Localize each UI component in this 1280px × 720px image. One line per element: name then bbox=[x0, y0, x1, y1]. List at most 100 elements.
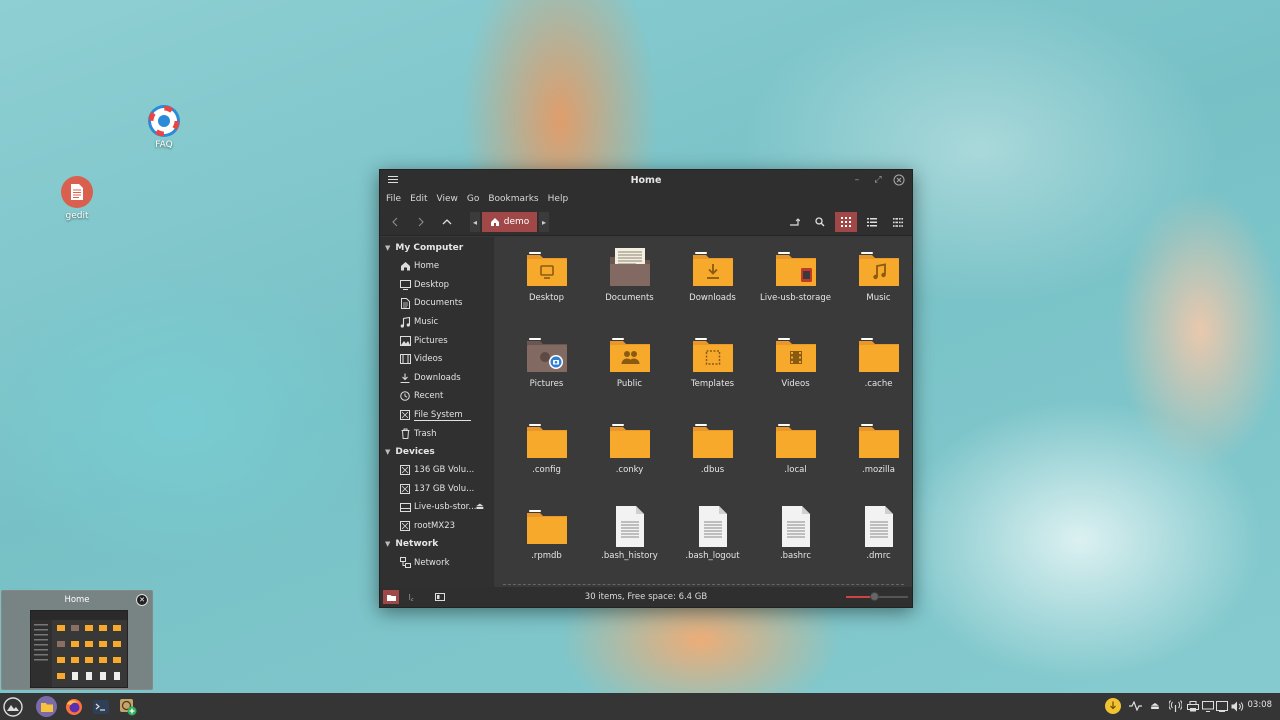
file-item[interactable]: Music bbox=[837, 247, 920, 333]
sidebar-item-downloads[interactable]: Downloads bbox=[380, 369, 494, 388]
file-item[interactable]: Pictures bbox=[505, 333, 588, 419]
add-panel-icon[interactable] bbox=[117, 696, 138, 717]
clipboard-icon[interactable] bbox=[1215, 699, 1229, 713]
file-item[interactable]: .cache bbox=[837, 333, 920, 419]
minimize-icon[interactable]: – bbox=[850, 173, 864, 187]
desktop-icon-gedit[interactable]: gedit bbox=[47, 176, 107, 221]
forward-button[interactable] bbox=[410, 212, 432, 232]
breadcrumb-home[interactable]: demo bbox=[482, 212, 537, 232]
display-icon[interactable] bbox=[1201, 699, 1215, 713]
sidebar-section-devices[interactable]: ▼ Devices bbox=[380, 443, 494, 461]
system-monitor-icon[interactable] bbox=[1128, 699, 1142, 713]
zoom-slider-handle[interactable] bbox=[869, 592, 879, 601]
sidebar-item-music[interactable]: Music bbox=[380, 313, 494, 332]
terminal-icon[interactable] bbox=[90, 696, 111, 717]
menu-help[interactable]: Help bbox=[548, 194, 569, 204]
desktop-icon-faq[interactable]: FAQ bbox=[134, 105, 194, 150]
file-item[interactable]: Videos bbox=[754, 333, 837, 419]
icon-view-button[interactable] bbox=[835, 212, 857, 232]
file-item[interactable]: Documents bbox=[588, 247, 671, 333]
sidebar-item-recent[interactable]: Recent bbox=[380, 387, 494, 406]
search-button[interactable] bbox=[809, 212, 831, 232]
menu-bookmarks[interactable]: Bookmarks bbox=[488, 194, 538, 204]
file-item[interactable]: Public bbox=[588, 333, 671, 419]
file-view[interactable]: Desktop Documents Downloads Live-usb-storag… bbox=[495, 237, 912, 588]
sidebar-item-volume-137[interactable]: 137 GB Volu... bbox=[380, 480, 494, 499]
location-toggle-button[interactable] bbox=[783, 212, 805, 232]
window-preview[interactable]: Home ✕ bbox=[1, 590, 153, 690]
desktop-icon bbox=[399, 279, 411, 290]
up-button[interactable] bbox=[436, 212, 458, 232]
list-view-button[interactable] bbox=[861, 212, 883, 232]
sidebar-item-network[interactable]: Network bbox=[380, 553, 494, 572]
breadcrumb-left-arrow[interactable]: ◂ bbox=[470, 212, 480, 232]
menu-view[interactable]: View bbox=[437, 194, 458, 204]
file-grid: Desktop Documents Downloads Live-usb-storag… bbox=[505, 247, 920, 591]
file-name: .bash_logout bbox=[685, 551, 740, 561]
close-icon[interactable]: ✕ bbox=[136, 594, 148, 606]
folder-icon bbox=[855, 247, 903, 291]
printer-icon[interactable] bbox=[1186, 699, 1200, 713]
sidebar-item-videos[interactable]: Videos bbox=[380, 350, 494, 369]
eject-icon[interactable]: ⏏ bbox=[1149, 699, 1161, 713]
menubar: File Edit View Go Bookmarks Help bbox=[380, 190, 912, 208]
sidebar-item-desktop[interactable]: Desktop bbox=[380, 276, 494, 295]
sidebar-item-pictures[interactable]: Pictures bbox=[380, 331, 494, 350]
file-item[interactable]: Downloads bbox=[671, 247, 754, 333]
file-item[interactable]: .bash_history bbox=[588, 505, 671, 591]
titlebar[interactable]: Home – ⤢ bbox=[380, 170, 912, 190]
maximize-icon[interactable]: ⤢ bbox=[871, 173, 885, 187]
text-file-icon bbox=[772, 505, 820, 549]
file-item[interactable]: Templates bbox=[671, 333, 754, 419]
statusbar: ⁝꜀ 30 items, Free space: 6.4 GB bbox=[380, 587, 912, 607]
file-item[interactable]: .bash_logout bbox=[671, 505, 754, 591]
menu-edit[interactable]: Edit bbox=[410, 194, 427, 204]
breadcrumb-right-arrow[interactable]: ▸ bbox=[539, 212, 549, 232]
sidebar-item-rootmx23[interactable]: rootMX23 bbox=[380, 517, 494, 536]
firefox-icon[interactable] bbox=[63, 696, 84, 717]
file-item[interactable]: .dbus bbox=[671, 419, 754, 505]
sidebar-item-trash[interactable]: Trash bbox=[380, 424, 494, 443]
wireless-icon[interactable] bbox=[1168, 699, 1182, 713]
compact-view-button[interactable] bbox=[887, 212, 909, 232]
file-name: .local bbox=[784, 465, 807, 475]
documents-folder-icon bbox=[606, 247, 654, 291]
clock[interactable]: 03:08 bbox=[1248, 700, 1273, 710]
back-button[interactable] bbox=[384, 212, 406, 232]
menu-go[interactable]: Go bbox=[467, 194, 479, 204]
videos-icon bbox=[399, 354, 411, 365]
sidebar: ▼ My Computer Home Desktop Documents Musi… bbox=[380, 237, 494, 588]
volume-icon[interactable] bbox=[1230, 699, 1244, 713]
file-name: Downloads bbox=[689, 293, 736, 303]
file-manager-icon[interactable] bbox=[36, 696, 57, 717]
sidebar-section-network[interactable]: ▼ Network bbox=[380, 535, 494, 553]
sidebar-item-documents[interactable]: Documents bbox=[380, 294, 494, 313]
close-icon[interactable] bbox=[892, 173, 906, 187]
eject-icon[interactable]: ⏏ bbox=[475, 502, 484, 512]
sidebar-section-my-computer[interactable]: ▼ My Computer bbox=[380, 239, 494, 257]
mx-menu-icon[interactable] bbox=[2, 696, 23, 717]
menu-file[interactable]: File bbox=[386, 194, 401, 204]
window-title: Home bbox=[630, 174, 662, 186]
file-item[interactable]: .bashrc bbox=[754, 505, 837, 591]
file-name: Documents bbox=[605, 293, 654, 303]
folder-icon bbox=[772, 419, 820, 463]
file-name: Public bbox=[616, 379, 643, 389]
folder-icon bbox=[855, 333, 903, 377]
file-name: .cache bbox=[864, 379, 893, 389]
file-item[interactable]: .conky bbox=[588, 419, 671, 505]
updater-icon[interactable] bbox=[1105, 698, 1121, 714]
zoom-slider[interactable] bbox=[846, 592, 908, 601]
file-item[interactable]: .dmrc bbox=[837, 505, 920, 591]
folder-icon bbox=[606, 419, 654, 463]
file-item[interactable]: .rpmdb bbox=[505, 505, 588, 591]
sidebar-item-file-system[interactable]: File System bbox=[380, 406, 494, 425]
file-item[interactable]: .mozilla bbox=[837, 419, 920, 505]
sidebar-item-home[interactable]: Home bbox=[380, 257, 494, 276]
sidebar-item-volume-136[interactable]: 136 GB Volu... bbox=[380, 461, 494, 480]
file-item[interactable]: .config bbox=[505, 419, 588, 505]
sidebar-item-live-usb-storage[interactable]: Live-usb-stor... ⏏ bbox=[380, 498, 494, 517]
file-item[interactable]: .local bbox=[754, 419, 837, 505]
file-item[interactable]: Desktop bbox=[505, 247, 588, 333]
file-item[interactable]: Live-usb-storage bbox=[754, 247, 837, 333]
